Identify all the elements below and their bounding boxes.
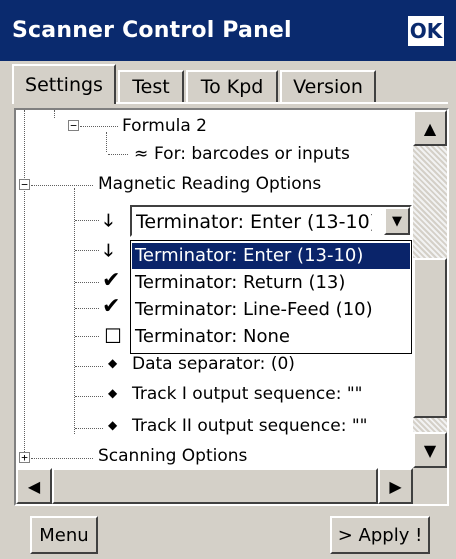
scroll-down-button[interactable]: ▼ xyxy=(413,432,447,468)
diamond-bullet-icon: ◆ xyxy=(108,418,118,432)
dropdown-option-enter[interactable]: Terminator: Enter (13-10) xyxy=(132,243,410,269)
apply-button[interactable]: > Apply ! xyxy=(330,516,430,554)
tree-item-formula2[interactable]: Formula 2 xyxy=(122,116,207,136)
title-bar: Scanner Control Panel OK xyxy=(0,0,456,61)
tree-item-track1[interactable]: Track I output sequence: "" xyxy=(132,384,362,404)
vertical-scrollbar[interactable]: ▲ ▼ xyxy=(413,110,447,468)
tab-test[interactable]: Test xyxy=(118,70,184,102)
tree-item-track2[interactable]: Track II output sequence: "" xyxy=(132,416,368,436)
tab-version[interactable]: Version xyxy=(280,70,376,102)
approx-icon: ≈ xyxy=(134,144,149,164)
tree-item-data-separator[interactable]: Data separator: (0) xyxy=(132,354,295,374)
dropdown-option-return[interactable]: Terminator: Return (13) xyxy=(132,270,410,296)
combo-value: Terminator: Enter (13-10) xyxy=(136,211,372,233)
checkmark-icon: ✔ xyxy=(102,294,121,319)
horizontal-scrollbar[interactable]: ◀ ▶ xyxy=(16,468,413,504)
window-title: Scanner Control Panel xyxy=(12,18,292,43)
tree-item-scanning[interactable]: Scanning Options xyxy=(98,446,247,466)
menu-button[interactable]: Menu xyxy=(30,516,98,554)
dropdown-option-line-feed[interactable]: Terminator: Line-Feed (10) xyxy=(132,297,410,323)
expand-scanning-icon[interactable]: + xyxy=(19,452,30,463)
diamond-bullet-icon: ◆ xyxy=(108,356,118,370)
tab-to-kpd[interactable]: To Kpd xyxy=(186,70,278,102)
chevron-left-icon: ◀ xyxy=(27,476,41,496)
collapse-magnetic-icon[interactable]: − xyxy=(19,179,30,190)
checkmark-icon: ✔ xyxy=(102,268,121,293)
combo-dropdown-button[interactable]: ▼ xyxy=(384,207,410,235)
chevron-up-icon: ▲ xyxy=(423,118,437,138)
dropdown-option-none[interactable]: Terminator: None xyxy=(132,324,410,350)
terminator-dropdown-list[interactable]: Terminator: Enter (13-10) Terminator: Re… xyxy=(130,240,412,354)
scroll-left-button[interactable]: ◀ xyxy=(16,468,52,504)
scrollbar-corner xyxy=(413,468,447,504)
chevron-down-icon: ▼ xyxy=(392,213,402,229)
ok-button[interactable]: OK xyxy=(406,14,446,48)
scroll-up-button[interactable]: ▲ xyxy=(413,110,447,146)
collapse-formula2-icon[interactable]: − xyxy=(68,120,79,131)
chevron-down-icon: ▼ xyxy=(423,440,437,460)
tab-settings[interactable]: Settings xyxy=(12,64,116,104)
down-arrow-icon: 🡓 xyxy=(104,211,113,231)
tree-item-magnetic[interactable]: Magnetic Reading Options xyxy=(98,174,321,194)
empty-checkbox-icon: ☐ xyxy=(104,324,122,348)
horizontal-scroll-thumb[interactable] xyxy=(52,468,378,504)
down-arrow-icon: 🡓 xyxy=(104,241,113,261)
tree-item-for-inputs[interactable]: For: barcodes or inputs xyxy=(154,144,350,164)
chevron-right-icon: ▶ xyxy=(389,476,402,496)
diamond-bullet-icon: ◆ xyxy=(108,386,118,400)
vertical-scroll-thumb[interactable] xyxy=(413,258,447,418)
terminator-combo[interactable]: Terminator: Enter (13-10) ▼ xyxy=(130,205,412,237)
scroll-right-button[interactable]: ▶ xyxy=(378,468,413,504)
